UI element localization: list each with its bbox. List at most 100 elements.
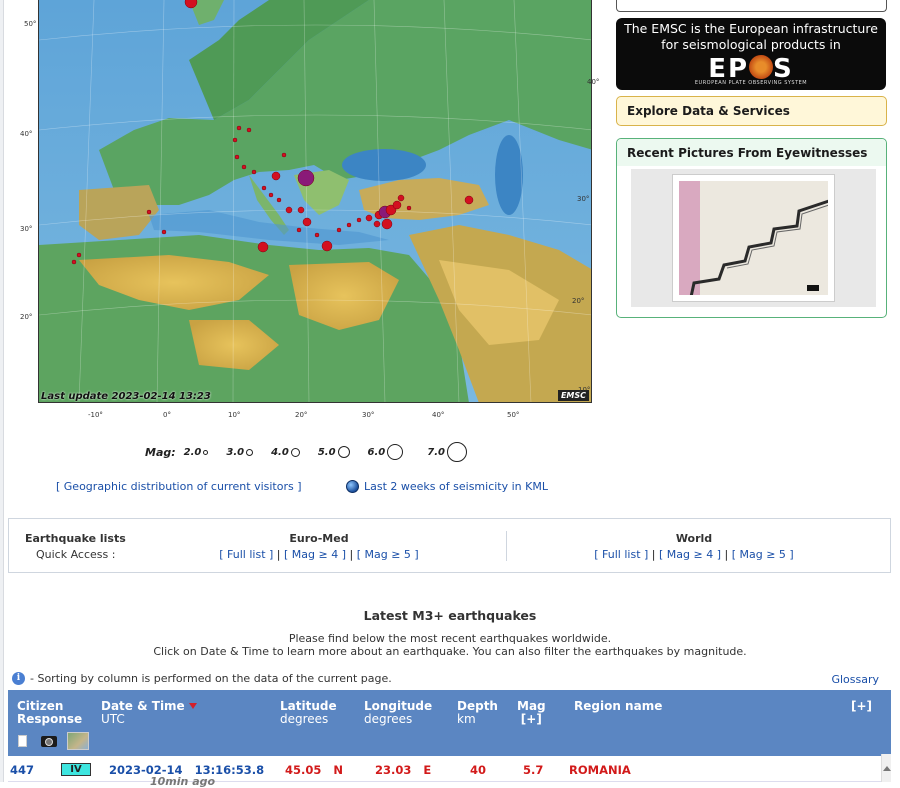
world-full-list-link[interactable]: [ Full list ] (594, 548, 648, 561)
lat-tick: 10° (578, 386, 591, 394)
mag-value: 6.0 (367, 446, 386, 458)
kml-link[interactable]: Last 2 weeks of seismicity in KML (364, 480, 548, 493)
mag-circle-icon (387, 444, 404, 460)
mag-toggle-button[interactable]: [+] (517, 713, 546, 726)
mag-legend-item: 7.0 (427, 442, 467, 462)
mag-circle-icon (337, 446, 350, 458)
col-latitude-unit: degrees (280, 712, 329, 726)
visitors-distribution-link[interactable]: [ Geographic distribution of current vis… (56, 480, 302, 493)
earthquake-lists-title: Earthquake lists (25, 532, 126, 545)
world-mag4-link[interactable]: [ Mag ≥ 4 ] (659, 548, 721, 561)
longitude-dir: E (423, 763, 432, 777)
response-icons (18, 732, 89, 750)
col-datetime-unit: UTC (101, 712, 125, 726)
globe-icon (346, 480, 359, 493)
pictures-title: Recent Pictures From Eyewitnesses (617, 139, 886, 166)
longitude-value: 23.03 (375, 763, 412, 777)
sidebar-top-box (616, 0, 887, 12)
sort-note-text: - Sorting by column is performed on the … (30, 672, 392, 685)
camera-icon (41, 735, 57, 747)
epos-subtitle: EUROPEAN PLATE OBSERVING SYSTEM (694, 80, 808, 86)
intensity-badge: IV (61, 763, 91, 776)
col-datetime[interactable]: Date & Time UTC (101, 700, 197, 726)
latest-description: Please find below the most recent earthq… (0, 632, 900, 658)
explore-data-button[interactable]: Explore Data & Services (616, 96, 887, 126)
event-region: ROMANIA (569, 763, 631, 777)
col-depth[interactable]: Depth km (457, 700, 498, 726)
col-citizen-response[interactable]: Citizen Response (17, 700, 82, 726)
lat-tick: 30° (577, 195, 590, 203)
epos-banner[interactable]: The EMSC is the European infrastructure … (616, 18, 886, 90)
window-frame (0, 0, 4, 782)
lon-tick: 0° (163, 411, 171, 419)
map-last-update: Last update 2023-02-14 13:23 (41, 391, 211, 402)
col-region[interactable]: Region name (574, 700, 662, 713)
crack-image (679, 181, 828, 295)
epos-globe-icon (749, 55, 774, 79)
scroll-up-icon[interactable] (882, 766, 891, 771)
eyewitness-pictures-panel: Recent Pictures From Eyewitnesses (616, 138, 887, 318)
lat-tick: 20° (572, 297, 585, 305)
col-datetime-label: Date & Time (101, 699, 185, 713)
euromed-lists: Euro-Med [ Full list ] | [ Mag ≥ 4 ] | [… (219, 532, 419, 561)
event-latitude: 45.05 N (285, 763, 343, 777)
mag-value: 4.0 (271, 446, 289, 458)
euromed-full-list-link[interactable]: [ Full list ] (219, 548, 273, 561)
lon-tick: -10° (88, 411, 103, 419)
map-links: [ Geographic distribution of current vis… (56, 480, 576, 493)
mag-legend-item: 5.0 (318, 446, 350, 458)
lon-tick: 20° (295, 411, 308, 419)
latest-desc-line-2: Click on Date & Time to learn more about… (153, 645, 747, 658)
lat-tick: 50° (24, 20, 37, 28)
euromed-mag4-link[interactable]: [ Mag ≥ 4 ] (284, 548, 346, 561)
mag-legend-item: 2.0 (184, 447, 209, 458)
lat-tick: 20° (20, 313, 33, 321)
euromed-mag5-link[interactable]: [ Mag ≥ 5 ] (357, 548, 419, 561)
mag-circle-icon (446, 442, 467, 462)
map-thumbnail-icon (67, 732, 89, 750)
latitude-dir: N (333, 763, 344, 777)
scrollbar[interactable] (881, 754, 891, 782)
event-depth: 40 (470, 763, 487, 777)
event-longitude: 23.03 E (375, 763, 431, 777)
mag-circle-icon (203, 449, 209, 455)
seismicity-map[interactable]: Last update 2023-02-14 13:23 EMSC (38, 0, 592, 403)
expand-columns-button[interactable]: [+] (851, 700, 872, 713)
glossary-link[interactable]: Glossary (831, 673, 879, 686)
col-longitude-unit: degrees (364, 712, 413, 726)
mag-value: 3.0 (226, 446, 245, 458)
info-icon: i (12, 672, 25, 685)
document-icon (18, 735, 27, 747)
lon-tick: 10° (228, 411, 241, 419)
latest-desc-line-1: Please find below the most recent earthq… (288, 632, 612, 645)
map-image (39, 0, 591, 402)
col-latitude[interactable]: Latitude degrees (280, 700, 337, 726)
mag-value: 7.0 (427, 446, 445, 458)
eyewitness-photo[interactable] (672, 174, 835, 302)
epos-text: The EMSC is the European infrastructure … (624, 21, 878, 52)
world-mag5-link[interactable]: [ Mag ≥ 5 ] (732, 548, 794, 561)
mag-circle-icon (290, 447, 300, 457)
mag-circle-icon (246, 448, 254, 456)
kml-link-wrap: Last 2 weeks of seismicity in KML (346, 480, 548, 493)
magnitude-legend: Mag: 2.0 3.0 4.0 5.0 6.0 7.0 (145, 442, 485, 462)
col-mag[interactable]: Mag [+] (517, 700, 546, 726)
event-magnitude: 5.7 (523, 763, 544, 777)
mag-value: 2.0 (183, 446, 202, 458)
col-response-label: Response (17, 712, 83, 726)
mag-legend-item: 4.0 (271, 447, 300, 458)
citizen-responses-count[interactable]: 447 (10, 763, 34, 777)
mag-value: 5.0 (317, 446, 336, 458)
lat-tick: 40° (587, 78, 600, 86)
col-longitude[interactable]: Longitude degrees (364, 700, 432, 726)
world-heading: World (675, 532, 713, 545)
table-row[interactable]: 447 IV 2023-02-14 13:16:53.8 10min ago 4… (8, 756, 891, 788)
lon-tick: 40° (432, 411, 445, 419)
euromed-heading: Euro-Med (289, 532, 349, 545)
divider (506, 531, 507, 561)
quick-access-label: Quick Access : (36, 548, 116, 561)
lon-tick: 50° (507, 411, 520, 419)
lat-tick: 40° (20, 130, 33, 138)
sort-note: i - Sorting by column is performed on th… (12, 672, 392, 685)
earthquake-table-header: Citizen Response Date & Time UTC Latitud… (8, 690, 891, 756)
